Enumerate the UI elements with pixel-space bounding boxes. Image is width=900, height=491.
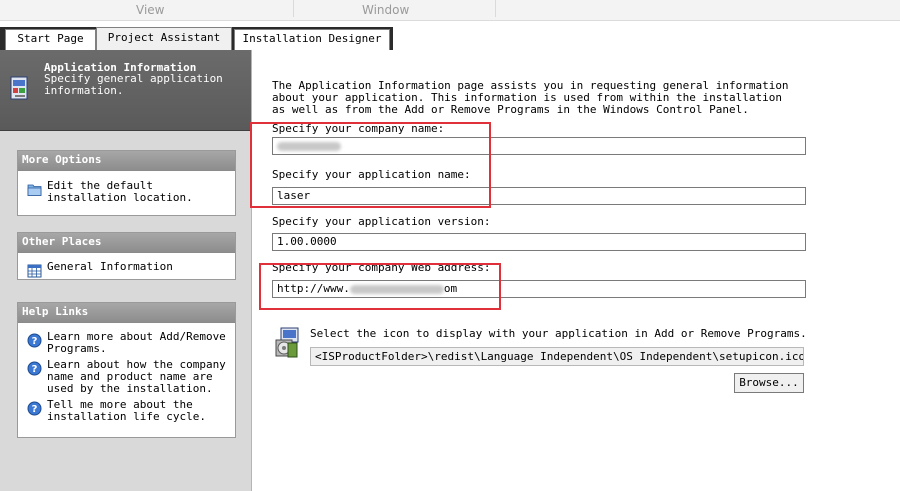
more-options-item-label[interactable]: Edit the default installation location. [47,179,193,204]
ribbon-tab-view[interactable]: View [136,3,164,17]
tab-start-page[interactable]: Start Page [5,29,96,50]
calendar-grid-icon [27,264,42,278]
ribbon-separator [495,0,496,17]
left-pane-description: Specify general application information. [44,72,223,97]
other-places-item-general-information[interactable]: General Information [18,259,235,278]
help-link-label[interactable]: Learn more about Add/Remove Programs. [47,330,226,355]
help-links-title: Help Links [18,303,235,323]
help-icon: ? [27,401,42,416]
application-info-icon [10,76,28,100]
browse-button[interactable]: Browse... [734,373,804,393]
more-options-title: More Options [18,151,235,171]
help-icon: ? [27,333,42,348]
setup-icon [275,327,299,358]
main-content: The Application Information page assists… [250,50,900,491]
help-links-panel: Help Links ? Learn more about Add/Remove… [17,302,236,438]
folder-icon [27,184,42,196]
ribbon-tab-window[interactable]: Window [362,3,409,17]
icon-path-field: <ISProductFolder>\redist\Language Indepe… [310,347,804,366]
ribbon-bar: View Window [0,0,900,21]
help-icon: ? [27,361,42,376]
other-places-item-label[interactable]: General Information [47,260,173,273]
more-options-panel: More Options Edit the default installati… [17,150,236,216]
intro-text: The Application Information page assists… [272,79,789,116]
app-version-input[interactable]: 1.00.0000 [272,233,806,251]
help-link-label[interactable]: Tell me more about the installation life… [47,398,206,423]
ribbon-separator [293,0,294,17]
highlight-box-company-app [250,122,491,208]
left-pane-header: Application Information Specify general … [0,50,251,131]
tab-project-assistant[interactable]: Project Assistant [96,27,232,50]
svg-text:?: ? [32,404,38,415]
tab-installation-designer[interactable]: Installation Designer [234,29,390,50]
left-task-pane: Application Information Specify general … [0,50,252,491]
other-places-title: Other Places [18,233,235,253]
icon-select-label: Select the icon to display with your app… [310,327,807,340]
svg-text:?: ? [32,364,38,375]
more-options-item-edit-location[interactable]: Edit the default installation location. [18,178,235,206]
highlight-box-web-address [259,263,501,310]
help-link-label[interactable]: Learn about how the company name and pro… [47,358,226,395]
help-link-add-remove[interactable]: ? Learn more about Add/Remove Programs. [18,329,235,357]
other-places-panel: Other Places General Information [17,232,236,280]
app-version-label: Specify your application version: [272,215,491,228]
svg-text:?: ? [32,336,38,347]
document-tab-strip: Start Page Project Assistant Installatio… [0,27,900,50]
help-link-life-cycle[interactable]: ? Tell me more about the installation li… [18,397,235,425]
help-link-company-product-name[interactable]: ? Learn about how the company name and p… [18,357,235,397]
